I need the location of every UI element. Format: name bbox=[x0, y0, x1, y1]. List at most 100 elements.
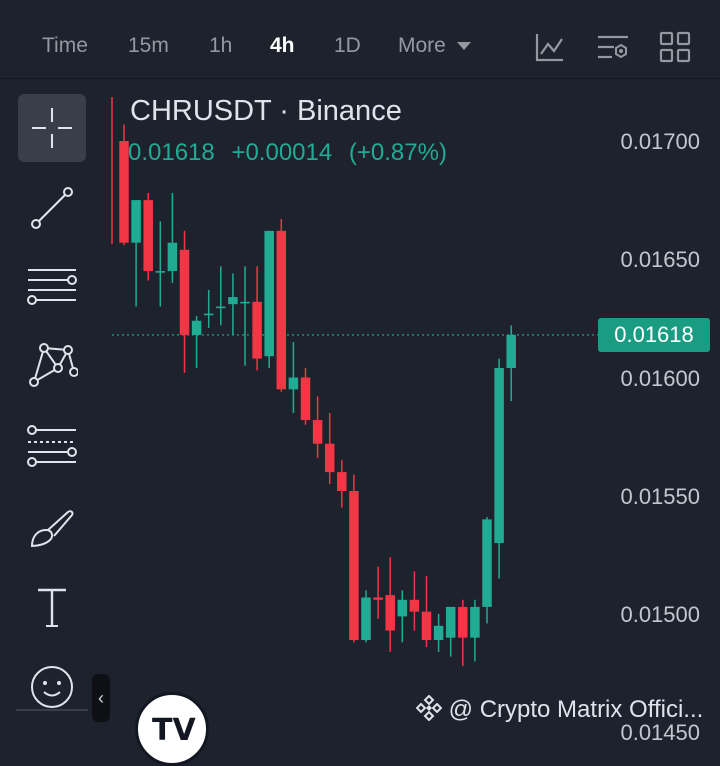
trend-line-tool[interactable] bbox=[18, 174, 86, 242]
text-icon bbox=[38, 588, 66, 627]
candle bbox=[191, 316, 202, 369]
trend-line-icon bbox=[31, 187, 73, 229]
candle bbox=[240, 266, 250, 366]
candle-body bbox=[506, 334, 516, 369]
candle-body bbox=[143, 200, 153, 272]
candle-body bbox=[216, 306, 226, 309]
binance-logo-icon bbox=[415, 694, 443, 722]
text-tool[interactable] bbox=[18, 574, 86, 642]
drawing-toolbar bbox=[0, 79, 100, 735]
crosshair-tool[interactable] bbox=[18, 94, 86, 162]
candle bbox=[337, 460, 347, 508]
watermark: @ Crypto Matrix Offici... bbox=[415, 694, 704, 724]
horizontal-lines-tool[interactable] bbox=[18, 254, 86, 322]
candle-body bbox=[349, 491, 359, 641]
candle-body bbox=[252, 301, 262, 359]
candle-body bbox=[482, 519, 492, 607]
candle bbox=[228, 273, 238, 335]
candle bbox=[361, 590, 371, 643]
timeframe-15m[interactable]: 15m bbox=[128, 34, 169, 58]
timeframe-bar: Time 15m 1h 4h 1D More bbox=[0, 0, 720, 78]
candle bbox=[409, 571, 420, 631]
candle bbox=[494, 358, 504, 579]
candle bbox=[216, 266, 226, 326]
fib-levels-icon bbox=[27, 425, 77, 467]
candle-body bbox=[397, 599, 408, 617]
timeframe-1h[interactable]: 1h bbox=[209, 34, 232, 58]
candle bbox=[421, 576, 432, 648]
candle-body bbox=[470, 606, 480, 638]
candle-body bbox=[494, 368, 504, 544]
collapse-toolbar-button[interactable]: ‹ bbox=[92, 674, 110, 722]
price-axis-label: 0.01600 bbox=[620, 366, 700, 391]
candle bbox=[458, 599, 468, 667]
candle bbox=[203, 289, 214, 328]
quote-change-pct: (+0.87%) bbox=[348, 139, 447, 166]
candle-body bbox=[312, 420, 323, 444]
candle bbox=[482, 517, 492, 624]
candle-body bbox=[191, 320, 202, 335]
candle-body bbox=[300, 377, 311, 421]
candle bbox=[179, 230, 190, 373]
candle bbox=[385, 557, 395, 652]
candle bbox=[373, 566, 383, 619]
watermark-text: @ Crypto Matrix Offici... bbox=[448, 696, 704, 723]
candle-body bbox=[445, 606, 456, 638]
tradingview-logo[interactable]: TV bbox=[135, 692, 209, 766]
layout-grid-icon[interactable] bbox=[658, 30, 692, 64]
candle-body bbox=[131, 200, 141, 243]
candle bbox=[506, 325, 516, 402]
pattern-tool[interactable] bbox=[18, 334, 86, 402]
candle bbox=[300, 368, 311, 425]
price-axis-label: 0.01500 bbox=[620, 602, 700, 627]
chart-settings-icon[interactable] bbox=[596, 30, 630, 64]
candle bbox=[349, 474, 359, 643]
timeframe-time[interactable]: Time bbox=[42, 34, 88, 58]
candle-body bbox=[167, 242, 178, 272]
crosshair-icon bbox=[32, 108, 72, 148]
brush-tool[interactable] bbox=[18, 494, 86, 562]
candle-body bbox=[337, 472, 347, 492]
candlestick-chart[interactable] bbox=[100, 79, 720, 735]
candle-body bbox=[324, 443, 335, 473]
horizontal-lines-icon bbox=[27, 269, 77, 305]
price-axis-label: 0.01550 bbox=[620, 484, 700, 509]
symbol-title: CHRUSDT · Binance bbox=[130, 95, 402, 127]
candle-body bbox=[288, 377, 299, 390]
quote-change: +0.00014 bbox=[231, 139, 333, 166]
candle bbox=[433, 614, 444, 652]
fib-tool[interactable] bbox=[18, 414, 86, 482]
pattern-icon bbox=[29, 343, 78, 387]
candle bbox=[143, 193, 153, 281]
toolbar-divider bbox=[16, 709, 88, 711]
price-axis-label: 0.01650 bbox=[620, 247, 700, 272]
timeframe-1d[interactable]: 1D bbox=[334, 34, 361, 58]
candle bbox=[155, 221, 166, 307]
caret-down-icon bbox=[456, 42, 471, 50]
candle bbox=[312, 396, 323, 458]
last-price-tag: 0.01618 bbox=[598, 318, 710, 352]
candle-body bbox=[361, 597, 371, 641]
indicators-icon[interactable] bbox=[533, 30, 567, 64]
candle-body bbox=[179, 249, 190, 335]
candle bbox=[470, 599, 480, 662]
candle bbox=[167, 193, 178, 283]
candle bbox=[288, 342, 299, 413]
candle bbox=[324, 412, 335, 484]
candle-body bbox=[373, 597, 383, 600]
candle-body bbox=[458, 606, 468, 638]
candle-body bbox=[203, 313, 214, 316]
candle-body bbox=[433, 625, 444, 641]
timeframe-more[interactable]: More bbox=[398, 34, 472, 58]
candle bbox=[131, 200, 141, 307]
candle-body bbox=[155, 271, 166, 273]
candle-body bbox=[276, 230, 287, 390]
brush-icon bbox=[30, 510, 74, 548]
timeframe-4h[interactable]: 4h bbox=[270, 34, 295, 58]
emoji-icon bbox=[31, 666, 73, 708]
candle bbox=[264, 230, 274, 369]
price-axis-label: 0.01700 bbox=[620, 129, 700, 154]
candle bbox=[397, 590, 408, 643]
candle bbox=[276, 219, 287, 392]
logo-text: TV bbox=[152, 713, 196, 748]
